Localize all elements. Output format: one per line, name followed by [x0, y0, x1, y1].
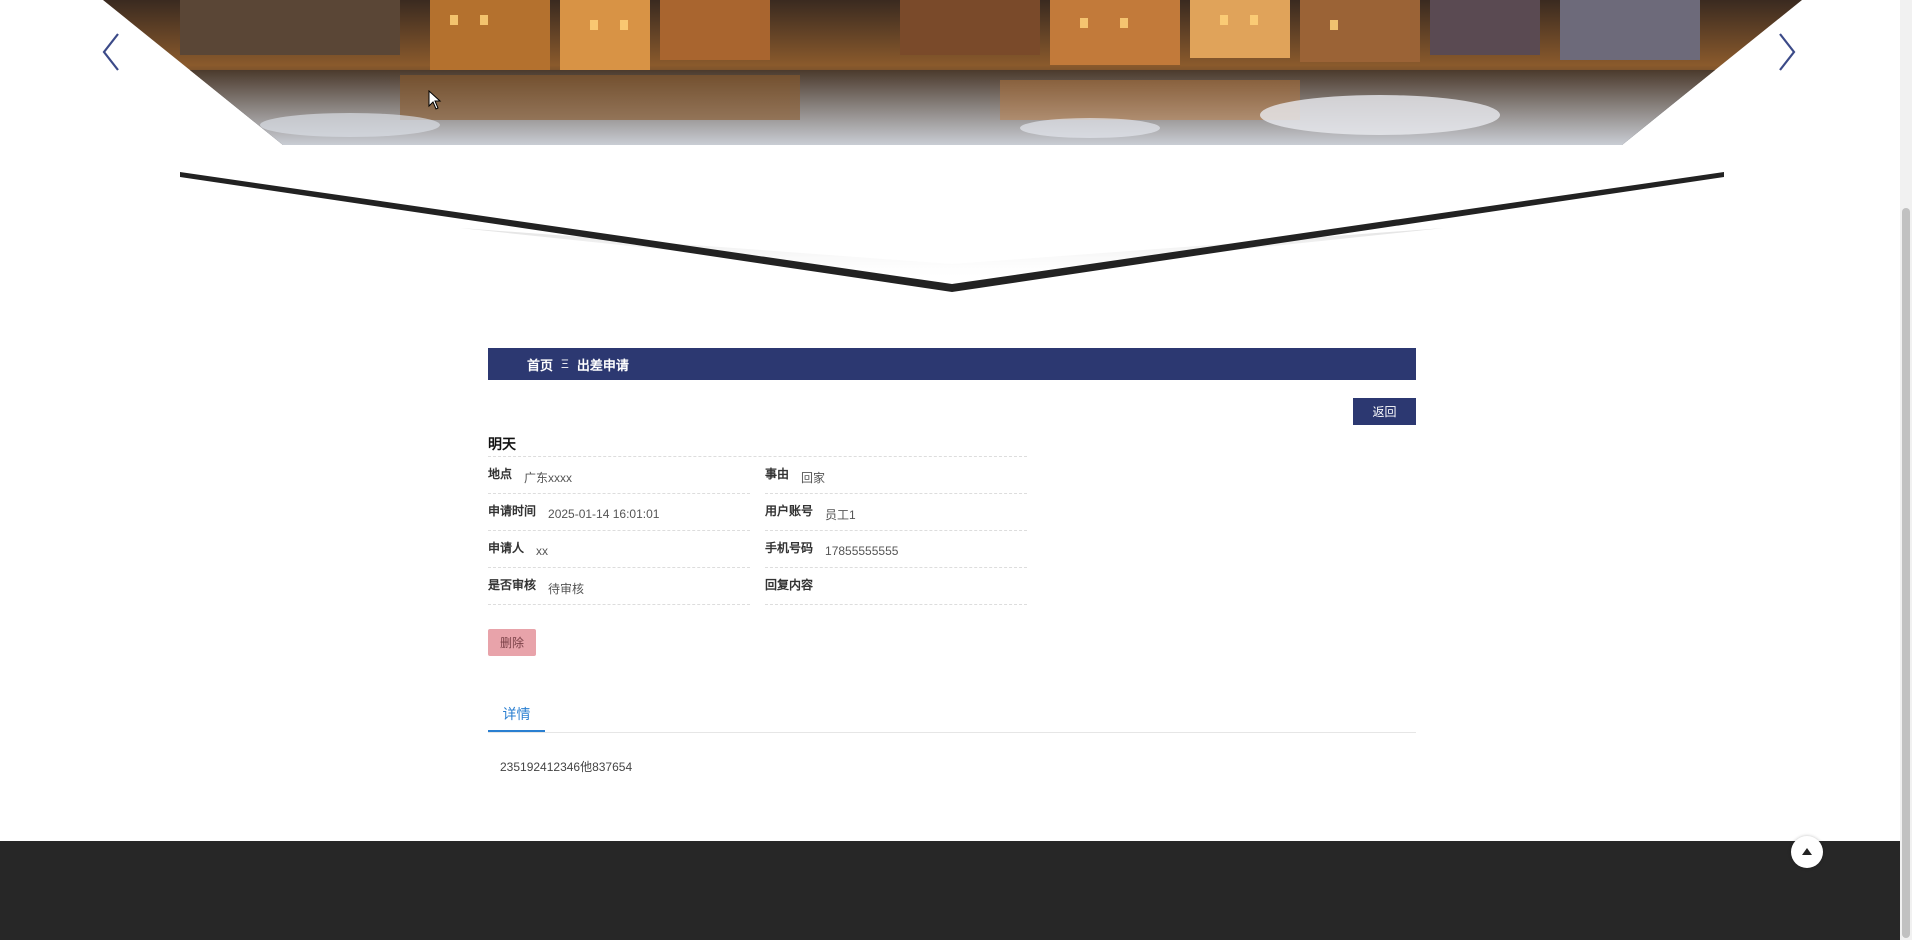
breadcrumb: 首页 Ξ 出差申请	[488, 348, 1416, 380]
field-user-account: 用户账号 员工1	[765, 494, 1027, 531]
chevron-right-icon	[1779, 33, 1796, 71]
arrow-up-icon	[1802, 848, 1812, 855]
footer	[0, 841, 1900, 940]
field-label: 回复内容	[765, 577, 814, 592]
field-review-status: 是否审核 待审核	[488, 568, 750, 605]
page: 首页 Ξ 出差申请 返回 明天 地点 广东xxxx 事由 回家 申请时间 202…	[0, 0, 1912, 940]
detail-fields: 地点 广东xxxx 事由 回家 申请时间 2025-01-14 16:01:01…	[488, 457, 1027, 605]
hero-banner	[0, 0, 1900, 145]
field-apply-time: 申请时间 2025-01-14 16:01:01	[488, 494, 750, 531]
field-label: 手机号码	[765, 540, 814, 555]
delete-button[interactable]: 删除	[488, 629, 536, 656]
back-button[interactable]: 返回	[1353, 398, 1416, 425]
tab-bar: 详情	[488, 700, 1416, 733]
field-value: xx	[536, 544, 549, 558]
field-label: 用户账号	[765, 503, 814, 518]
field-label: 是否审核	[488, 577, 537, 592]
field-label: 地点	[488, 466, 513, 481]
detail-title: 明天	[488, 434, 1027, 457]
breadcrumb-home-link[interactable]: 首页	[527, 355, 553, 374]
field-location: 地点 广东xxxx	[488, 457, 750, 494]
field-label: 申请人	[488, 540, 525, 555]
carousel-next-button[interactable]	[1770, 28, 1806, 78]
chevron-left-icon	[102, 33, 119, 71]
field-reason: 事由 回家	[765, 457, 1027, 494]
decorative-chevron-divider	[180, 168, 1724, 294]
field-value: 17855555555	[825, 544, 899, 558]
field-label: 申请时间	[488, 503, 537, 518]
field-label: 事由	[765, 466, 790, 481]
field-value: 回家	[801, 470, 826, 485]
field-phone: 手机号码 17855555555	[765, 531, 1027, 568]
back-to-top-button[interactable]	[1791, 836, 1823, 868]
field-value: 2025-01-14 16:01:01	[548, 507, 660, 521]
breadcrumb-separator: Ξ	[561, 357, 569, 371]
detail-body-text: 235192412346他837654	[500, 760, 633, 774]
toolbar: 返回	[488, 380, 1416, 434]
breadcrumb-current: 出差申请	[576, 357, 629, 373]
field-value: 待审核	[548, 581, 585, 596]
field-applicant: 申请人 xx	[488, 531, 750, 568]
scrollbar-thumb[interactable]	[1902, 208, 1910, 938]
banner-image	[103, 0, 1802, 145]
field-value: 员工1	[825, 507, 856, 522]
carousel-prev-button[interactable]	[96, 28, 132, 78]
mouse-cursor-icon	[428, 90, 442, 110]
tab-details[interactable]: 详情	[488, 700, 545, 732]
field-reply-content: 回复内容	[765, 568, 1027, 605]
field-value: 广东xxxx	[524, 470, 573, 485]
main-content: 首页 Ξ 出差申请 返回 明天 地点 广东xxxx 事由 回家 申请时间 202…	[488, 348, 1416, 775]
detail-panel: 明天 地点 广东xxxx 事由 回家 申请时间 2025-01-14 16:01…	[488, 434, 1027, 656]
